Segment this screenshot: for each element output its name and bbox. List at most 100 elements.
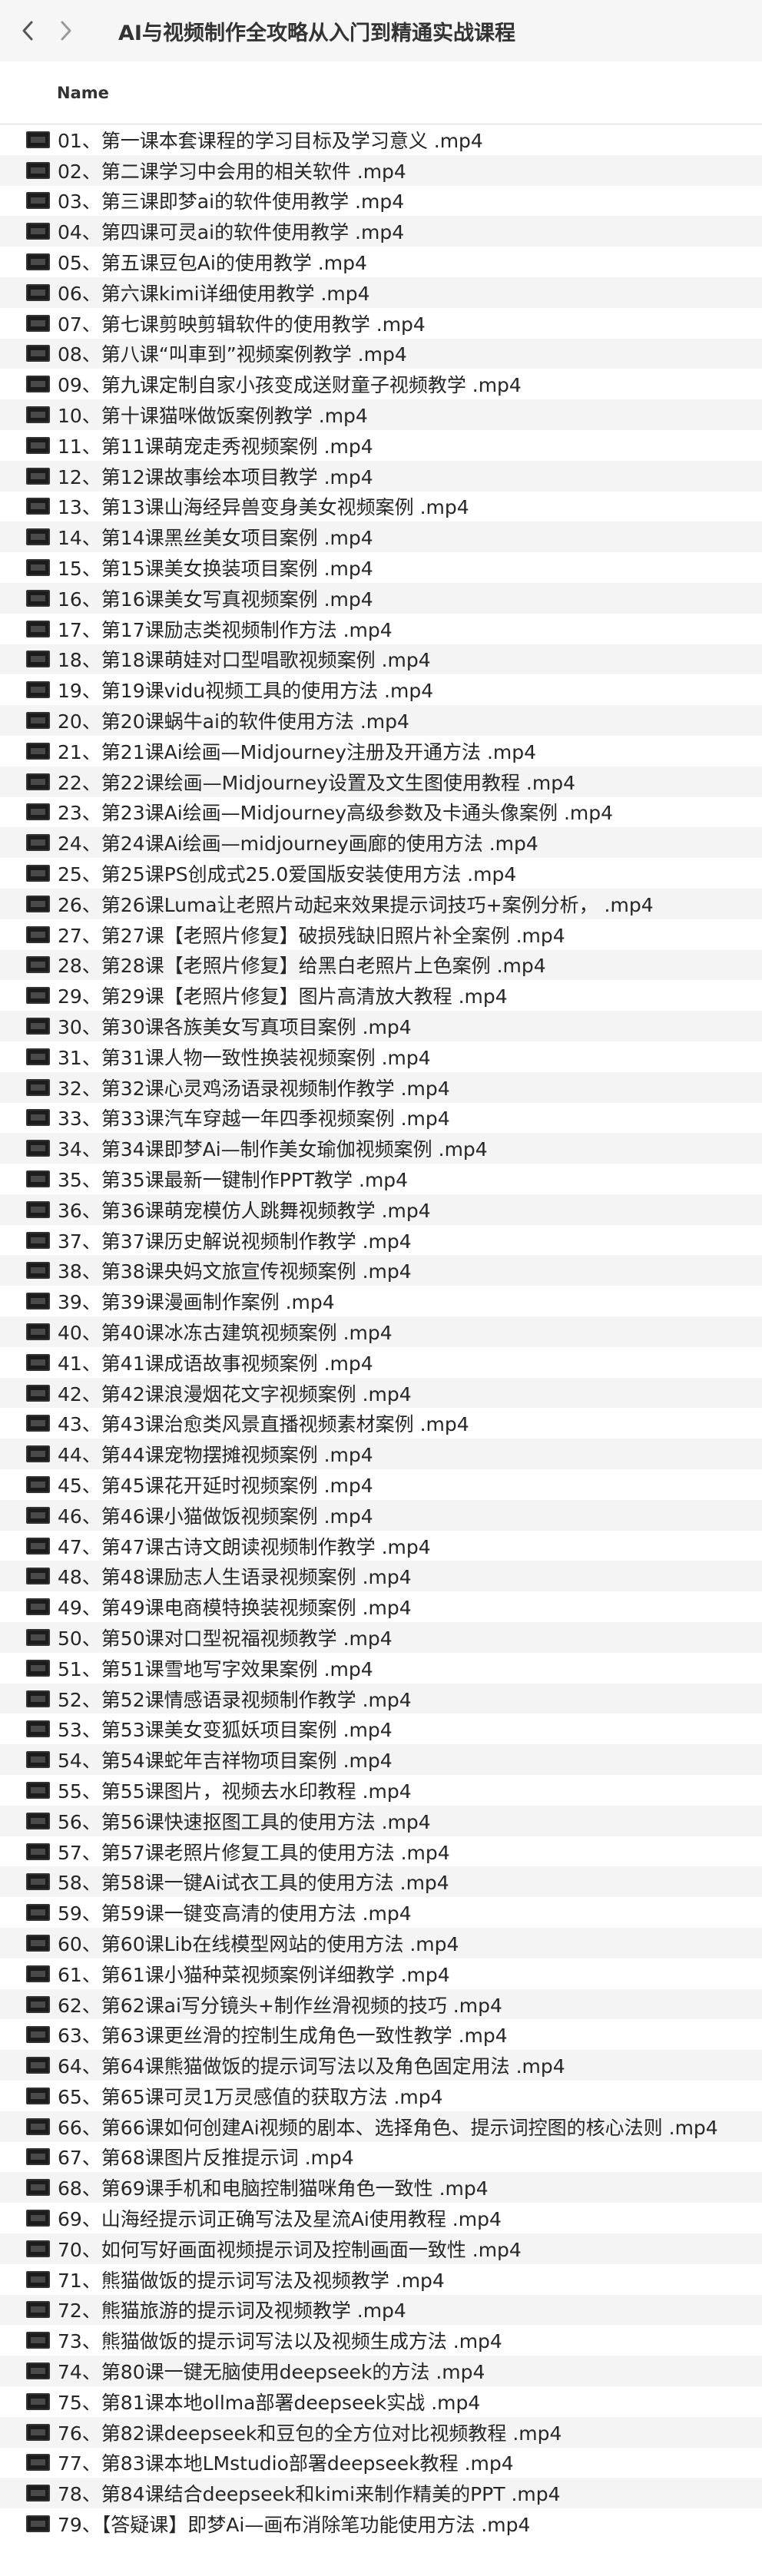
file-row[interactable]: 48、第48课励志人生语录视频案例 .mp4 — [0, 1561, 762, 1592]
file-row[interactable]: 44、第44课宠物摆摊视频案例 .mp4 — [0, 1439, 762, 1470]
file-row[interactable]: 06、第六课kimi详细使用教学 .mp4 — [0, 276, 762, 308]
file-row[interactable]: 72、熊猫旅游的提示词及视频教学 .mp4 — [0, 2294, 762, 2326]
file-row[interactable]: 20、第20课蜗牛ai的软件使用方法 .mp4 — [0, 705, 762, 736]
file-row[interactable]: 19、第19课vidu视频工具的使用方法 .mp4 — [0, 674, 762, 705]
file-row[interactable]: 17、第17课励志类视频制作方法 .mp4 — [0, 614, 762, 644]
file-row[interactable]: 08、第八课“叫車到”视频案例教学 .mp4 — [0, 338, 762, 369]
file-row[interactable]: 73、熊猫做饭的提示词写法以及视频生成方法 .mp4 — [0, 2325, 762, 2356]
file-row[interactable]: 71、熊猫做饭的提示词写法及视频教学 .mp4 — [0, 2264, 762, 2295]
file-row[interactable]: 55、第55课图片，视频去水印教程 .mp4 — [0, 1775, 762, 1806]
file-row[interactable]: 50、第50课对口型祝福视频教学 .mp4 — [0, 1622, 762, 1653]
file-row[interactable]: 62、第62课ai写分镜头+制作丝滑视频的技巧 .mp4 — [0, 1988, 762, 2020]
file-row[interactable]: 61、第61课小猫种菜视频案例详细教学 .mp4 — [0, 1958, 762, 1989]
file-row[interactable]: 65、第65课可灵1万灵感值的获取方法 .mp4 — [0, 2081, 762, 2111]
file-row[interactable]: 02、第二课学习中会用的相关软件 .mp4 — [0, 154, 762, 186]
file-row[interactable]: 52、第52课情感语录视频制作教学 .mp4 — [0, 1683, 762, 1714]
file-row[interactable]: 63、第63课更丝滑的控制生成角色一致性教学 .mp4 — [0, 2019, 762, 2050]
file-row[interactable]: 01、第一课本套课程的学习目标及学习意义 .mp4 — [0, 124, 762, 155]
file-row[interactable]: 09、第九课定制自家小孩变成送财童子视频教学 .mp4 — [0, 369, 762, 399]
file-row[interactable]: 23、第23课Ai绘画—Midjourney高级参数及卡通头像案例 .mp4 — [0, 797, 762, 828]
file-row[interactable]: 39、第39课漫画制作案例 .mp4 — [0, 1286, 762, 1316]
file-row[interactable]: 70、如何写好画面视频提示词及控制画面一致性 .mp4 — [0, 2233, 762, 2264]
name-column-header[interactable]: Name — [57, 84, 109, 102]
file-row[interactable]: 59、第59课一键变高清的使用方法 .mp4 — [0, 1897, 762, 1928]
file-row[interactable]: 60、第60课Lib在线模型网站的使用方法 .mp4 — [0, 1928, 762, 1958]
file-row[interactable]: 76、第82课deepseek和豆包的全方位对比视频教程 .mp4 — [0, 2416, 762, 2448]
file-row[interactable]: 42、第42课浪漫烟花文字视频案例 .mp4 — [0, 1377, 762, 1409]
forward-button[interactable] — [49, 8, 83, 54]
video-file-icon — [26, 467, 50, 485]
file-row[interactable]: 34、第34课即梦Ai—制作美女瑜伽视频案例 .mp4 — [0, 1133, 762, 1164]
file-row[interactable]: 68、第69课手机和电脑控制猫咪角色一致性 .mp4 — [0, 2172, 762, 2204]
file-row[interactable]: 12、第12课故事绘本项目教学 .mp4 — [0, 460, 762, 492]
file-row[interactable]: 38、第38课央妈文旅宣传视频案例 .mp4 — [0, 1255, 762, 1286]
file-row[interactable]: 21、第21课Ai绘画—Midjourney注册及开通方法 .mp4 — [0, 736, 762, 767]
file-row[interactable]: 47、第47课古诗文朗读视频制作教学 .mp4 — [0, 1531, 762, 1561]
file-row[interactable]: 18、第18课萌娃对口型唱歌视频案例 .mp4 — [0, 644, 762, 675]
file-row[interactable]: 66、第66课如何创建Ai视频的剧本、选择角色、提示词控图的核心法则 .mp4 — [0, 2111, 762, 2142]
file-row[interactable]: 24、第24课Ai绘画—midjourney画廊的使用方法 .mp4 — [0, 827, 762, 859]
file-row[interactable]: 79、【答疑课】即梦Ai—画布消除笔功能使用方法 .mp4 — [0, 2508, 762, 2539]
chevron-left-icon — [22, 21, 33, 41]
file-row[interactable]: 22、第22课绘画—Midjourney设置及文生图使用教程 .mp4 — [0, 766, 762, 797]
file-row[interactable]: 26、第26课Luma让老照片动起来效果提示词技巧+案例分析， .mp4 — [0, 888, 762, 919]
file-row[interactable]: 43、第43课治愈类风景直播视频素材案例 .mp4 — [0, 1408, 762, 1439]
file-name: 14、第14课黑丝美女项目案例 .mp4 — [58, 527, 373, 550]
file-row[interactable]: 11、第11课萌宠走秀视频案例 .mp4 — [0, 430, 762, 461]
video-file-icon — [26, 1048, 50, 1065]
video-file-icon — [26, 1078, 50, 1096]
file-row[interactable]: 31、第31课人物一致性换装视频案例 .mp4 — [0, 1041, 762, 1072]
file-row[interactable]: 03、第三课即梦ai的软件使用教学 .mp4 — [0, 186, 762, 217]
video-file-icon — [26, 620, 50, 637]
file-row[interactable]: 04、第四课可灵ai的软件使用教学 .mp4 — [0, 216, 762, 247]
video-file-icon — [26, 2210, 50, 2227]
file-row[interactable]: 54、第54课蛇年吉祥物项目案例 .mp4 — [0, 1744, 762, 1776]
file-row[interactable]: 69、山海经提示词正确写法及星流Ai使用教程 .mp4 — [0, 2203, 762, 2233]
file-row[interactable]: 15、第15课美女换装项目案例 .mp4 — [0, 552, 762, 583]
file-row[interactable]: 67、第68课图片反推提示词 .mp4 — [0, 2142, 762, 2173]
back-button[interactable] — [11, 8, 45, 54]
file-row[interactable]: 58、第58课一键Ai试衣工具的使用方法 .mp4 — [0, 1866, 762, 1898]
video-file-icon — [26, 2392, 50, 2410]
file-row[interactable]: 05、第五课豆包Ai的使用教学 .mp4 — [0, 247, 762, 277]
video-file-icon — [26, 895, 50, 912]
file-row[interactable]: 16、第16课美女写真视频案例 .mp4 — [0, 582, 762, 614]
file-row[interactable]: 29、第29课【老照片修复】图片高清放大教程 .mp4 — [0, 980, 762, 1011]
video-file-icon — [26, 406, 50, 424]
file-row[interactable]: 41、第41课成语故事视频案例 .mp4 — [0, 1347, 762, 1378]
file-row[interactable]: 49、第49课电商模特换装视频案例 .mp4 — [0, 1591, 762, 1622]
file-row[interactable]: 53、第53课美女变狐妖项目案例 .mp4 — [0, 1713, 762, 1744]
video-file-icon — [26, 253, 50, 271]
file-name: 66、第66课如何创建Ai视频的剧本、选择角色、提示词控图的核心法则 .mp4 — [58, 2116, 718, 2139]
video-file-icon — [26, 1628, 50, 1646]
file-row[interactable]: 28、第28课【老照片修复】给黑白老照片上色案例 .mp4 — [0, 949, 762, 981]
file-row[interactable]: 37、第37课历史解说视频制作教学 .mp4 — [0, 1225, 762, 1256]
file-row[interactable]: 10、第十课猫咪做饭案例教学 .mp4 — [0, 399, 762, 430]
file-row[interactable]: 40、第40课冰冻古建筑视频案例 .mp4 — [0, 1316, 762, 1347]
file-row[interactable]: 33、第33课汽车穿越一年四季视频案例 .mp4 — [0, 1103, 762, 1134]
file-row[interactable]: 36、第36课萌宠模仿人跳舞视频教学 .mp4 — [0, 1194, 762, 1225]
file-row[interactable]: 27、第27课【老照片修复】破损残缺旧照片补全案例 .mp4 — [0, 919, 762, 950]
file-name: 09、第九课定制自家小孩变成送财童子视频教学 .mp4 — [58, 374, 522, 397]
file-name: 62、第62课ai写分镜头+制作丝滑视频的技巧 .mp4 — [58, 1994, 502, 2017]
file-name: 43、第43课治愈类风景直播视频素材案例 .mp4 — [58, 1413, 469, 1436]
file-row[interactable]: 46、第46课小猫做饭视频案例 .mp4 — [0, 1499, 762, 1531]
video-file-icon — [26, 376, 50, 393]
file-row[interactable]: 07、第七课剪映剪辑软件的使用教学 .mp4 — [0, 308, 762, 339]
file-row[interactable]: 45、第45课花开延时视频案例 .mp4 — [0, 1469, 762, 1500]
file-row[interactable]: 78、第84课结合deepseek和kimi来制作精美的PPT .mp4 — [0, 2478, 762, 2509]
file-row[interactable]: 75、第81课本地ollma部署deepseek实战 .mp4 — [0, 2386, 762, 2417]
file-row[interactable]: 64、第64课熊猫做饭的提示词写法以及角色固定用法 .mp4 — [0, 2050, 762, 2081]
file-row[interactable]: 14、第14课黑丝美女项目案例 .mp4 — [0, 521, 762, 553]
file-row[interactable]: 57、第57课老照片修复工具的使用方法 .mp4 — [0, 1836, 762, 1867]
file-row[interactable]: 51、第51课雪地写字效果案例 .mp4 — [0, 1653, 762, 1684]
file-row[interactable]: 32、第32课心灵鸡汤语录视频制作教学 .mp4 — [0, 1071, 762, 1103]
file-name: 21、第21课Ai绘画—Midjourney注册及开通方法 .mp4 — [58, 740, 537, 763]
file-row[interactable]: 13、第13课山海经异兽变身美女视频案例 .mp4 — [0, 492, 762, 522]
file-row[interactable]: 74、第80课一键无脑使用deepseek的方法 .mp4 — [0, 2356, 762, 2386]
file-row[interactable]: 77、第83课本地LMstudio部署deepseek教程 .mp4 — [0, 2448, 762, 2478]
file-row[interactable]: 35、第35课最新一键制作PPT教学 .mp4 — [0, 1164, 762, 1194]
file-row[interactable]: 30、第30课各族美女写真项目案例 .mp4 — [0, 1011, 762, 1041]
file-row[interactable]: 25、第25课PS创成式25.0爱国版安装使用方法 .mp4 — [0, 858, 762, 889]
file-row[interactable]: 56、第56课快速抠图工具的使用方法 .mp4 — [0, 1805, 762, 1836]
